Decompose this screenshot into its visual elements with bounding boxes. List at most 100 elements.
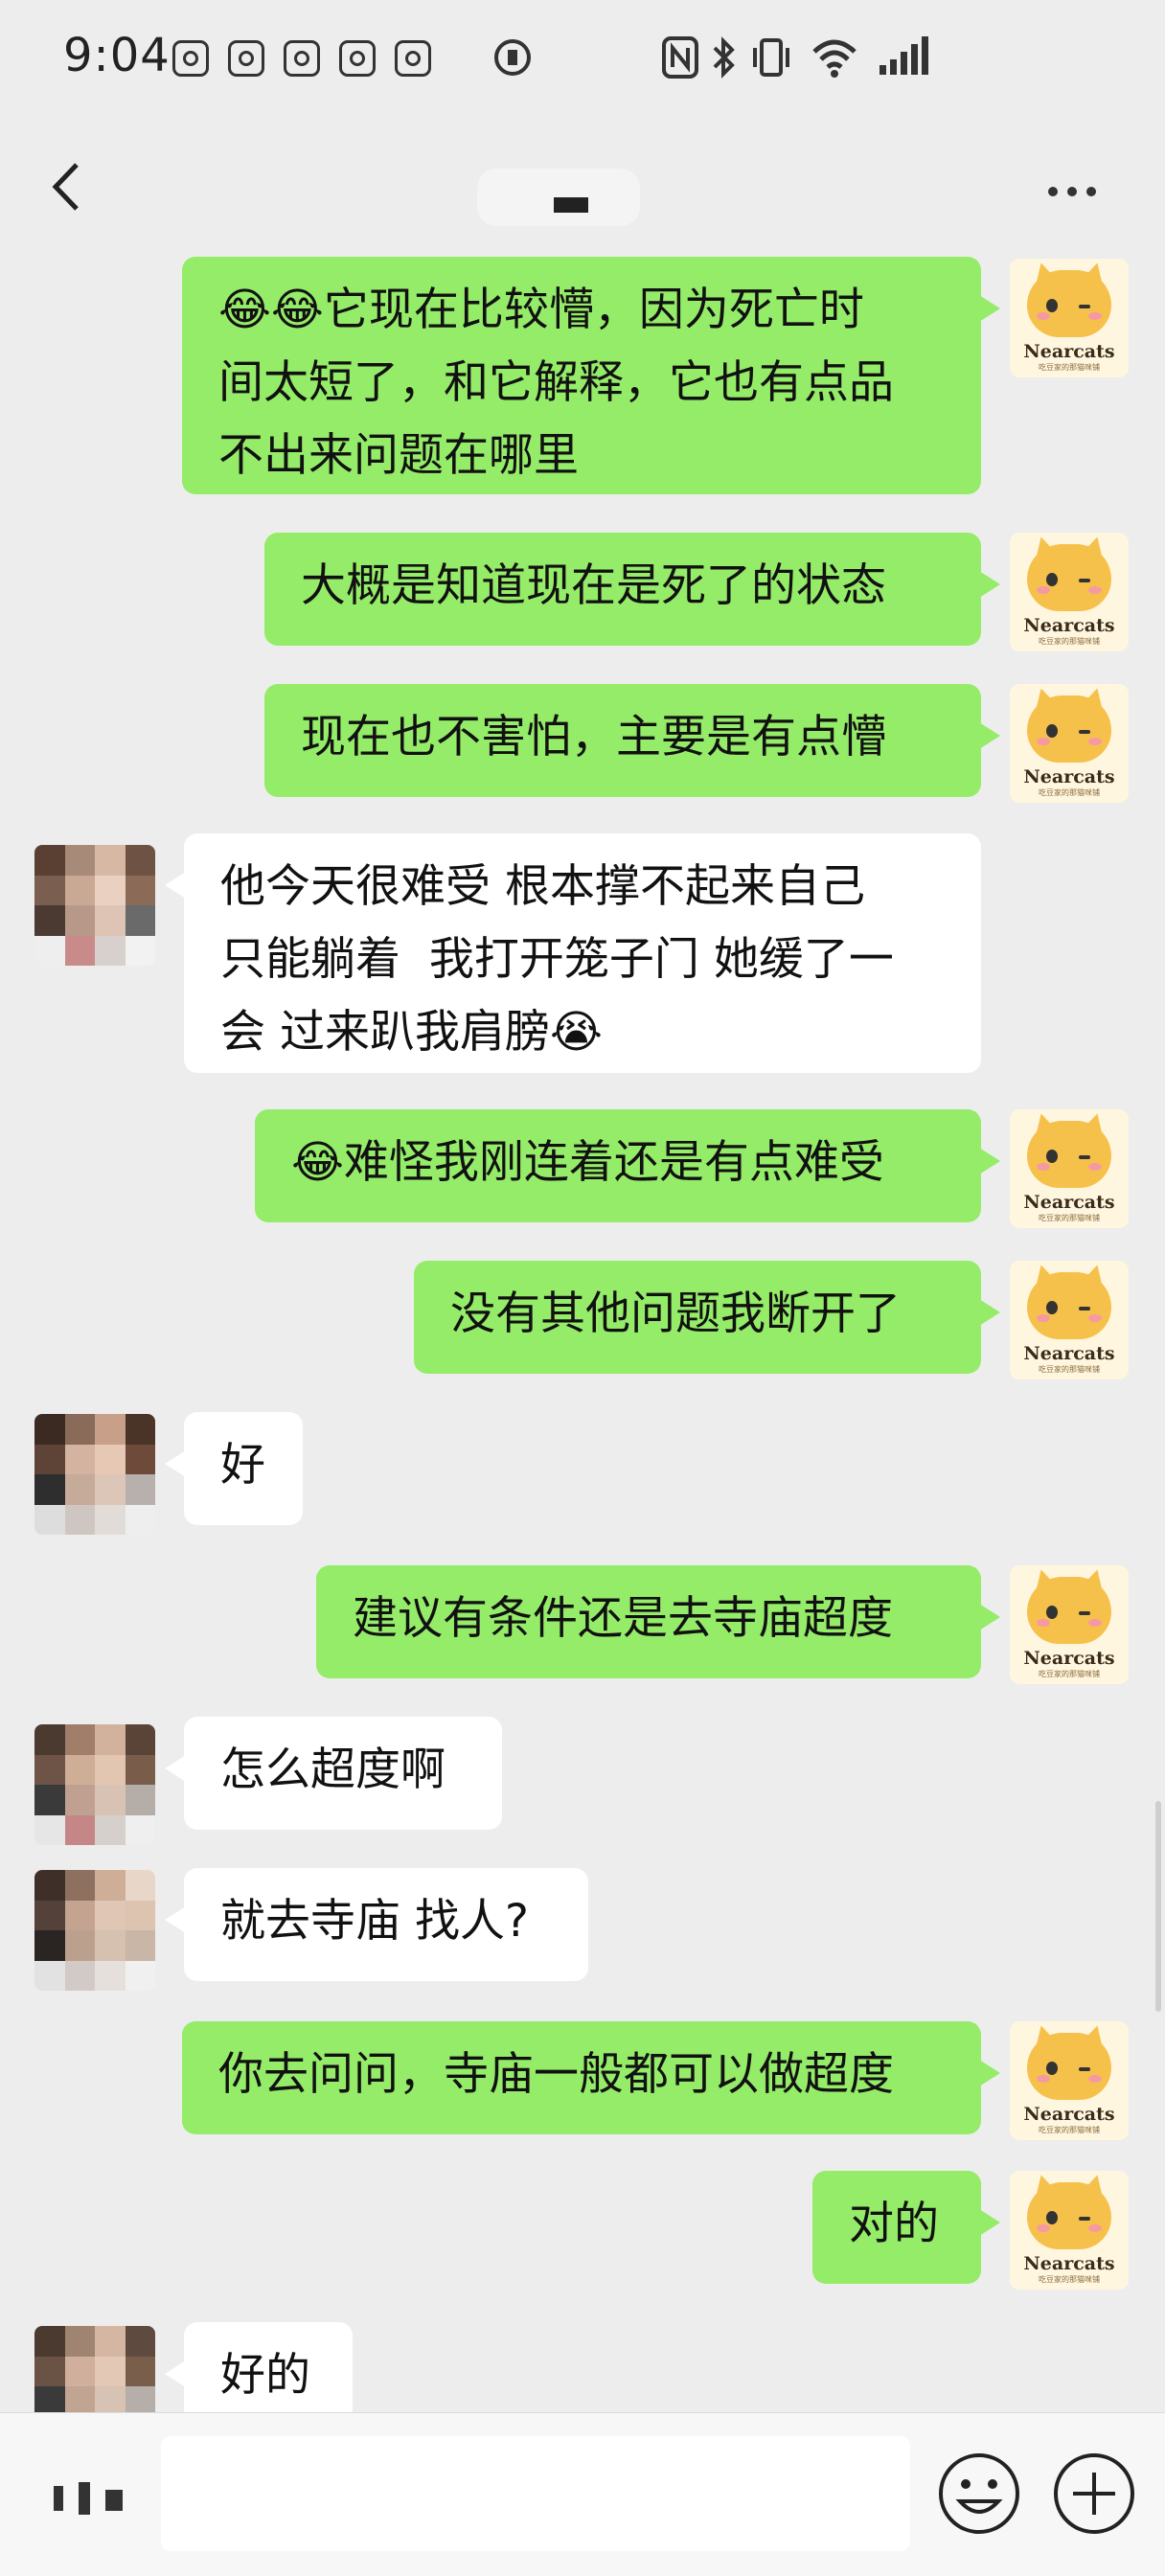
- cat-eye: [1079, 1611, 1090, 1615]
- cat-cheek: [1037, 2075, 1050, 2083]
- cat-cheek: [1037, 2224, 1050, 2232]
- cat-eye: [1046, 1606, 1058, 1619]
- chevron-left-icon: [52, 163, 79, 211]
- cat-eye: [1046, 2211, 1058, 2224]
- input-bar: [0, 2412, 1165, 2576]
- cat-eye: [1079, 1155, 1090, 1159]
- message-bubble-incoming[interactable]: 就去寺庙 找人?: [165, 1868, 588, 1981]
- message-bubble-outgoing[interactable]: 😂难怪我刚连着还是有点难受: [255, 1109, 1000, 1222]
- notification-icon: [339, 40, 376, 77]
- cat-cheek: [1037, 586, 1050, 594]
- chat-header: [0, 115, 1165, 255]
- avatar-brand: Nearcats: [1023, 615, 1115, 636]
- more-dot-icon: [1086, 187, 1096, 196]
- avatar[interactable]: Nearcats 吃豆家的那猫咪铺: [1010, 2171, 1129, 2290]
- cat-cheek: [1088, 586, 1102, 594]
- cat-cheek: [1037, 1619, 1050, 1627]
- cat-eye: [1046, 1301, 1058, 1314]
- avatar[interactable]: Nearcats 吃豆家的那猫咪铺: [1010, 1109, 1129, 1228]
- notification-icon: [284, 40, 320, 77]
- cat-face: [1027, 270, 1111, 337]
- avatar-brand: Nearcats: [1023, 1648, 1115, 1669]
- message-bubble-outgoing[interactable]: 大概是知道现在是死了的状态: [264, 533, 1000, 646]
- cat-eye: [1046, 1150, 1058, 1163]
- avatar-brand: Nearcats: [1023, 1343, 1115, 1364]
- more-actions-button[interactable]: [1048, 2448, 1140, 2540]
- cat-face: [1027, 2033, 1111, 2100]
- notification-icon: [172, 40, 209, 77]
- cat-face: [1027, 2182, 1111, 2249]
- avatar-brand: Nearcats: [1023, 341, 1115, 362]
- avatar[interactable]: [34, 845, 155, 966]
- more-options-button[interactable]: [1048, 182, 1115, 211]
- message-bubble-incoming[interactable]: 怎么超度啊: [165, 1717, 502, 1830]
- data-saver-icon: [494, 39, 531, 76]
- status-bar: 9:04: [0, 0, 1165, 115]
- avatar[interactable]: [34, 1870, 155, 1991]
- cat-eye: [1079, 305, 1090, 308]
- avatar-subtext: 吃豆家的那猫咪铺: [1039, 1670, 1100, 1678]
- cat-face: [1027, 1577, 1111, 1644]
- message-bubble-outgoing[interactable]: 😂😂它现在比较懵，因为死亡时 间太短了，和它解释，它也有点品 不出来问题在哪里: [182, 257, 1000, 494]
- avatar[interactable]: Nearcats 吃豆家的那猫咪铺: [1010, 1261, 1129, 1379]
- avatar-brand: Nearcats: [1023, 2104, 1115, 2125]
- cat-eye: [1079, 2217, 1090, 2221]
- cat-cheek: [1088, 1619, 1102, 1627]
- avatar[interactable]: Nearcats 吃豆家的那猫咪铺: [1010, 259, 1129, 377]
- avatar-subtext: 吃豆家的那猫咪铺: [1039, 788, 1100, 797]
- cat-eye: [1046, 573, 1058, 586]
- message-input[interactable]: [161, 2436, 910, 2551]
- avatar[interactable]: Nearcats 吃豆家的那猫咪铺: [1010, 684, 1129, 803]
- cat-face: [1027, 544, 1111, 611]
- cat-cheek: [1088, 2224, 1102, 2232]
- cat-eye: [1046, 724, 1058, 738]
- message-bubble-outgoing[interactable]: 你去问问，寺庙一般都可以做超度: [182, 2021, 1000, 2134]
- emoji-button[interactable]: [933, 2448, 1025, 2540]
- cat-cheek: [1037, 1314, 1050, 1322]
- avatar[interactable]: Nearcats 吃豆家的那猫咪铺: [1010, 533, 1129, 651]
- avatar[interactable]: Nearcats 吃豆家的那猫咪铺: [1010, 1565, 1129, 1684]
- avatar[interactable]: [34, 1724, 155, 1845]
- emoji-icon: [939, 2453, 1019, 2534]
- vibrate-icon: [753, 38, 789, 77]
- avatar-brand: Nearcats: [1023, 2253, 1115, 2274]
- cat-cheek: [1088, 312, 1102, 320]
- cat-cheek: [1088, 2075, 1102, 2083]
- chat-title: [477, 169, 640, 226]
- cat-eye: [1079, 579, 1090, 582]
- status-time: 9:04: [63, 29, 171, 82]
- avatar-brand: Nearcats: [1023, 766, 1115, 787]
- avatar-subtext: 吃豆家的那猫咪铺: [1039, 2126, 1100, 2134]
- cat-cheek: [1037, 1163, 1050, 1171]
- avatar[interactable]: [34, 1414, 155, 1535]
- avatar-subtext: 吃豆家的那猫咪铺: [1039, 363, 1100, 372]
- notification-icon: [395, 40, 431, 77]
- cat-cheek: [1088, 738, 1102, 745]
- cat-eye: [1079, 2067, 1090, 2071]
- scrollbar[interactable]: [1155, 1801, 1161, 2012]
- message-bubble-outgoing[interactable]: 建议有条件还是去寺庙超度: [316, 1565, 1000, 1678]
- avatar[interactable]: Nearcats 吃豆家的那猫咪铺: [1010, 2021, 1129, 2140]
- more-dot-icon: [1048, 187, 1058, 196]
- cat-face: [1027, 1272, 1111, 1339]
- cat-face: [1027, 695, 1111, 763]
- message-bubble-incoming[interactable]: 好的: [165, 2322, 353, 2412]
- message-bubble-incoming[interactable]: 他今天很难受 根本撑不起来自己 只能躺着 我打开笼子门 她缓了一 会 过来趴我肩…: [165, 833, 981, 1073]
- message-bubble-outgoing[interactable]: 现在也不害怕，主要是有点懵: [264, 684, 1000, 797]
- cat-face: [1027, 1121, 1111, 1188]
- cat-cheek: [1037, 738, 1050, 745]
- notification-icon: [228, 40, 264, 77]
- message-bubble-incoming[interactable]: 好: [165, 1412, 303, 1525]
- wifi-icon: [812, 39, 857, 78]
- cat-cheek: [1088, 1163, 1102, 1171]
- redacted-name: [554, 197, 588, 213]
- back-button[interactable]: [38, 153, 96, 220]
- cat-eye: [1046, 2062, 1058, 2075]
- voice-button[interactable]: [54, 2482, 130, 2520]
- voice-icon: [79, 2482, 90, 2515]
- message-bubble-outgoing[interactable]: 对的: [812, 2171, 1000, 2284]
- cat-eye: [1046, 299, 1058, 312]
- cat-eye: [1079, 1307, 1090, 1311]
- message-bubble-outgoing[interactable]: 没有其他问题我断开了: [414, 1261, 1000, 1374]
- avatar-subtext: 吃豆家的那猫咪铺: [1039, 2275, 1100, 2284]
